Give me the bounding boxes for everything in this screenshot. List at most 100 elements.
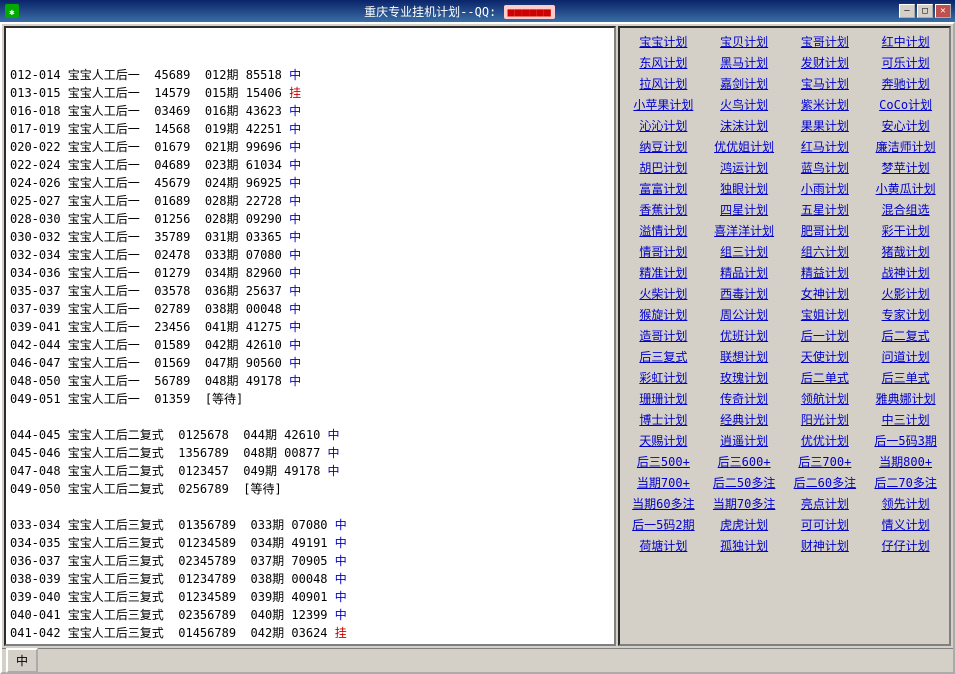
plan-link[interactable]: 梦苹计划 [866,158,945,177]
plan-link[interactable]: 四星计划 [705,200,784,219]
plan-link[interactable]: 红马计划 [786,137,865,156]
plan-link[interactable]: 组三计划 [705,242,784,261]
plan-link[interactable]: 精品计划 [705,263,784,282]
plan-link[interactable]: 后三复式 [624,347,703,366]
plan-link[interactable]: 溢情计划 [624,221,703,240]
plan-link[interactable]: 猪哉计划 [866,242,945,261]
plan-link[interactable]: 肥哥计划 [786,221,865,240]
plan-link[interactable]: 孤独计划 [705,536,784,555]
plan-link[interactable]: 后一计划 [786,326,865,345]
plan-link[interactable]: 拉风计划 [624,74,703,93]
plan-link[interactable]: 后二60多注 [786,473,865,492]
left-panel[interactable]: 012-014 宝宝人工后一 45689 012期 85518 中 013-01… [4,26,616,646]
plan-link[interactable]: 五星计划 [786,200,865,219]
plan-link[interactable]: 天赐计划 [624,431,703,450]
plan-link[interactable]: 彩虹计划 [624,368,703,387]
plan-link[interactable]: 优优计划 [786,431,865,450]
plan-link[interactable]: 廉洁师计划 [866,137,945,156]
plan-link[interactable]: 逍遥计划 [705,431,784,450]
plan-link[interactable]: 雅典娜计划 [866,389,945,408]
plan-link[interactable]: 专家计划 [866,305,945,324]
plan-link[interactable]: 博士计划 [624,410,703,429]
plan-link[interactable]: 后三700+ [786,452,865,471]
plan-link[interactable]: 后一5码3期 [866,431,945,450]
plan-link[interactable]: CoCo计划 [866,95,945,114]
plan-link[interactable]: 红中计划 [866,32,945,51]
plan-link[interactable]: 后二复式 [866,326,945,345]
plan-link[interactable]: 彩干计划 [866,221,945,240]
plan-link[interactable]: 当期800+ [866,452,945,471]
plan-link[interactable]: 联想计划 [705,347,784,366]
plan-link[interactable]: 富富计划 [624,179,703,198]
plan-link[interactable]: 黑马计划 [705,53,784,72]
plan-link[interactable]: 喜洋洋计划 [705,221,784,240]
plan-link[interactable]: 猴旋计划 [624,305,703,324]
plan-link[interactable]: 当期60多注 [624,494,703,513]
plan-link[interactable]: 情义计划 [866,515,945,534]
close-button[interactable]: ✕ [935,4,951,18]
plan-link[interactable]: 当期70多注 [705,494,784,513]
plan-link[interactable]: 嘉剑计划 [705,74,784,93]
plan-link[interactable]: 玫瑰计划 [705,368,784,387]
maximize-button[interactable]: □ [917,4,933,18]
plan-link[interactable]: 东风计划 [624,53,703,72]
plan-link[interactable]: 后一5码2期 [624,515,703,534]
plan-link[interactable]: 后二单式 [786,368,865,387]
minimize-button[interactable]: — [899,4,915,18]
plan-link[interactable]: 小雨计划 [786,179,865,198]
plan-link[interactable]: 鸿运计划 [705,158,784,177]
plan-link[interactable]: 紫米计划 [786,95,865,114]
plan-link[interactable]: 组六计划 [786,242,865,261]
status-button[interactable]: 中 [6,648,38,673]
plan-link[interactable]: 中三计划 [866,410,945,429]
plan-link[interactable]: 奔驰计划 [866,74,945,93]
plan-link[interactable]: 精准计划 [624,263,703,282]
plan-link[interactable]: 问道计划 [866,347,945,366]
plan-link[interactable]: 阳光计划 [786,410,865,429]
plan-link[interactable]: 领先计划 [866,494,945,513]
plan-link[interactable]: 可乐计划 [866,53,945,72]
plan-link[interactable]: 亮点计划 [786,494,865,513]
plan-link[interactable]: 火柴计划 [624,284,703,303]
plan-link[interactable]: 火鸟计划 [705,95,784,114]
plan-link[interactable]: 后三600+ [705,452,784,471]
plan-link[interactable]: 当期700+ [624,473,703,492]
plan-link[interactable]: 安心计划 [866,116,945,135]
plan-link[interactable]: 后三500+ [624,452,703,471]
plan-link[interactable]: 经典计划 [705,410,784,429]
plan-link[interactable]: 宝马计划 [786,74,865,93]
plan-link[interactable]: 财神计划 [786,536,865,555]
plan-link[interactable]: 发财计划 [786,53,865,72]
plan-link[interactable]: 蓝鸟计划 [786,158,865,177]
plan-link[interactable]: 沫沫计划 [705,116,784,135]
plan-link[interactable]: 独眼计划 [705,179,784,198]
plan-link[interactable]: 宝宝计划 [624,32,703,51]
plan-link[interactable]: 精益计划 [786,263,865,282]
plan-link[interactable]: 后三单式 [866,368,945,387]
plan-link[interactable]: 沁沁计划 [624,116,703,135]
plan-link[interactable]: 虎虎计划 [705,515,784,534]
plan-link[interactable]: 后二50多注 [705,473,784,492]
plan-link[interactable]: 传奇计划 [705,389,784,408]
plan-link[interactable]: 火影计划 [866,284,945,303]
plan-link[interactable]: 西毒计划 [705,284,784,303]
plan-link[interactable]: 小苹果计划 [624,95,703,114]
plan-link[interactable]: 宝姐计划 [786,305,865,324]
plan-link[interactable]: 珊珊计划 [624,389,703,408]
plan-link[interactable]: 混合组选 [866,200,945,219]
plan-link[interactable]: 胡巴计划 [624,158,703,177]
plan-link[interactable]: 造哥计划 [624,326,703,345]
plan-link[interactable]: 小黄瓜计划 [866,179,945,198]
plan-link[interactable]: 周公计划 [705,305,784,324]
plan-link[interactable]: 仔仔计划 [866,536,945,555]
plan-link[interactable]: 荷塘计划 [624,536,703,555]
plan-link[interactable]: 女神计划 [786,284,865,303]
plan-link[interactable]: 领航计划 [786,389,865,408]
plan-link[interactable]: 香蕉计划 [624,200,703,219]
plan-link[interactable]: 果果计划 [786,116,865,135]
plan-link[interactable]: 后二70多注 [866,473,945,492]
plan-link[interactable]: 宝贝计划 [705,32,784,51]
plan-link[interactable]: 宝哥计划 [786,32,865,51]
plan-link[interactable]: 情哥计划 [624,242,703,261]
plan-link[interactable]: 优优姐计划 [705,137,784,156]
